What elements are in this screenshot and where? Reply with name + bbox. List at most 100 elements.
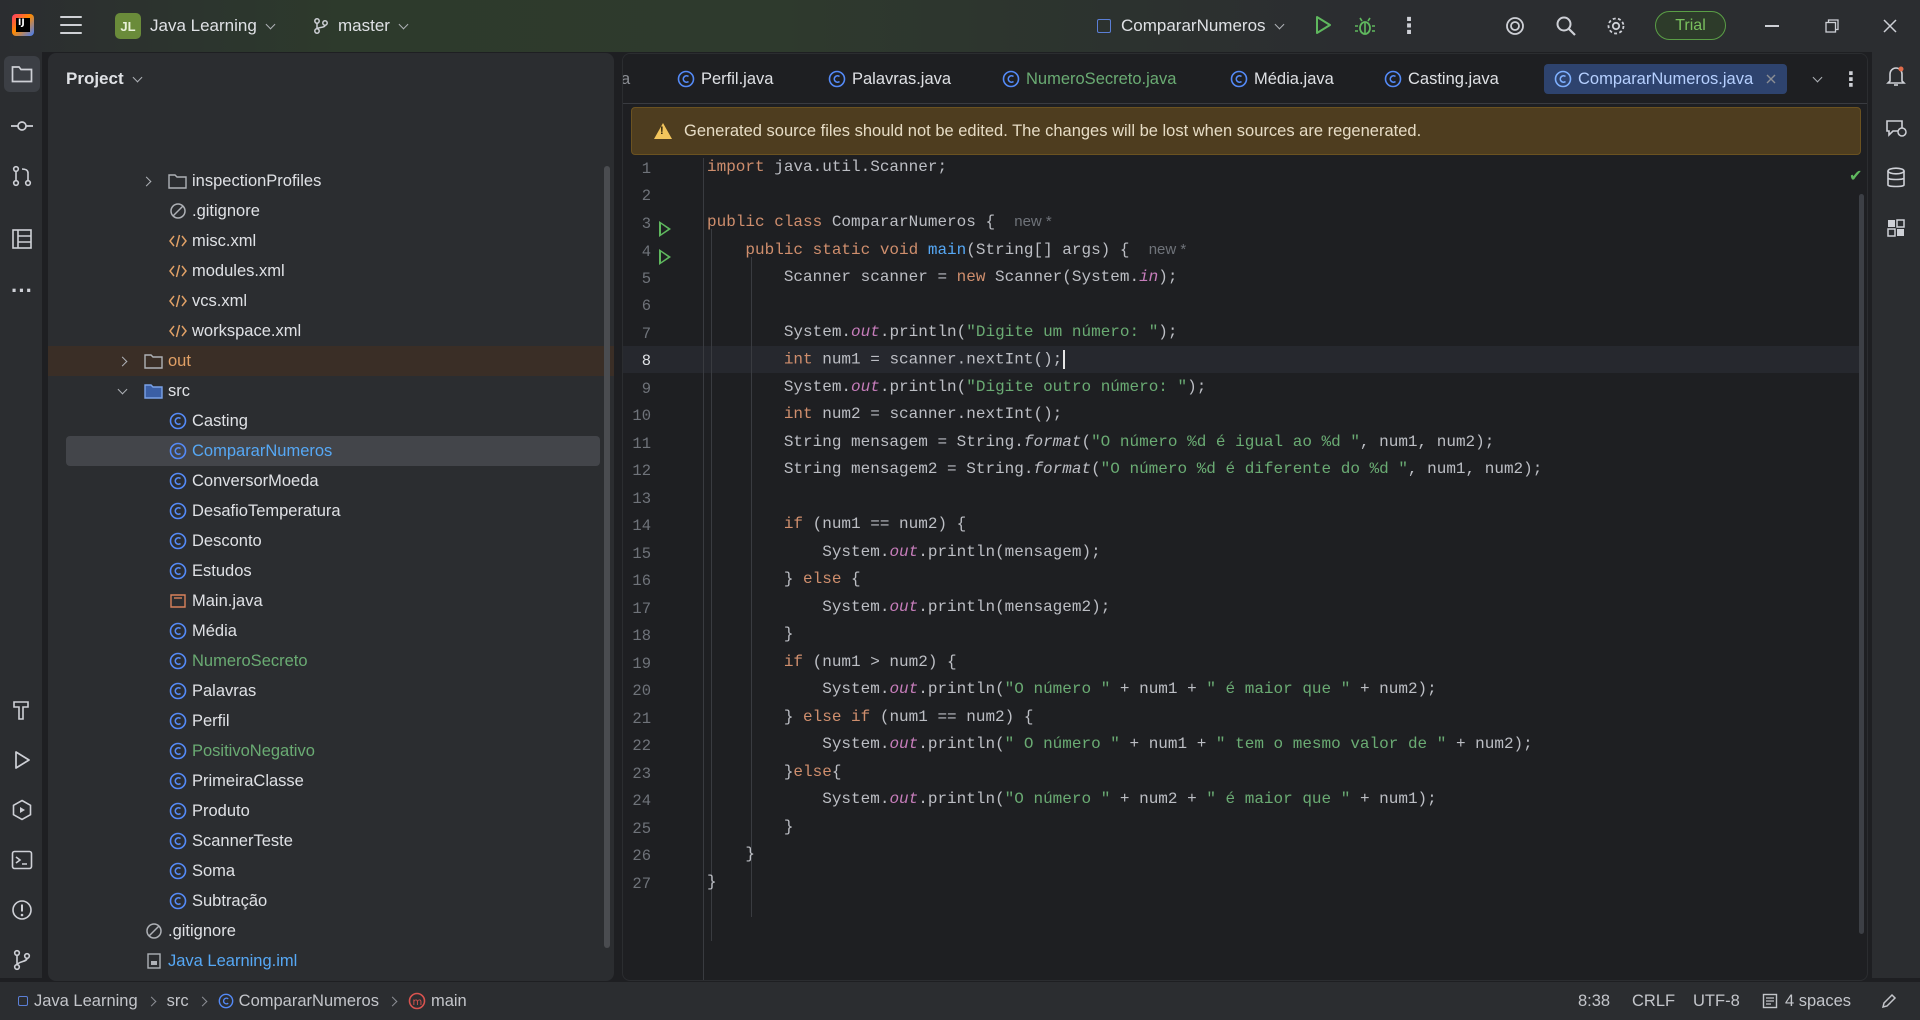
ai-chat-icon[interactable] xyxy=(1884,116,1908,140)
search-icon[interactable] xyxy=(1554,14,1578,38)
commit-icon[interactable] xyxy=(10,114,34,138)
expand-chevron-icon[interactable] xyxy=(117,356,128,366)
code-line-17[interactable]: System.out.println(mensagem2); xyxy=(707,598,1110,616)
run-tool-icon[interactable] xyxy=(10,748,34,772)
debug-icon[interactable] xyxy=(1353,14,1377,38)
ai-assistant-icon[interactable] xyxy=(1503,14,1527,38)
tree-item-m-dia[interactable]: Média xyxy=(48,616,614,646)
run-main-gutter-icon[interactable] xyxy=(659,249,671,265)
tree-item-gitignore[interactable]: .gitignore xyxy=(48,916,614,946)
tree-item-estudos[interactable]: Estudos xyxy=(48,556,614,586)
tree-item-conversormoeda[interactable]: ConversorMoeda xyxy=(48,466,614,496)
close-tab-icon[interactable] xyxy=(1765,73,1777,85)
tree-item-subtra-o[interactable]: Subtração xyxy=(48,886,614,916)
database-icon[interactable] xyxy=(1884,166,1908,190)
restore-window-icon[interactable] xyxy=(1822,14,1842,38)
tree-item-misc-xml[interactable]: misc.xml xyxy=(48,226,614,256)
editor-more-icon[interactable]: ⋮ xyxy=(1840,68,1862,91)
build-hammer-icon[interactable] xyxy=(10,698,34,722)
structure-icon[interactable] xyxy=(10,227,34,251)
tabs-dropdown-icon[interactable] xyxy=(1806,68,1828,90)
pull-requests-icon[interactable] xyxy=(10,164,34,188)
code-line-5[interactable]: Scanner scanner = new Scanner(System.in)… xyxy=(707,268,1178,286)
editor-tab-truncated[interactable]: a xyxy=(623,64,630,94)
code-line-8[interactable]: int num1 = scanner.nextInt(); xyxy=(707,350,1066,369)
notifications-bell-icon[interactable] xyxy=(1884,64,1908,88)
tree-item-modules-xml[interactable]: modules.xml xyxy=(48,256,614,286)
code-line-14[interactable]: if (num1 == num2) { xyxy=(707,515,966,533)
tree-item-compararnumeros[interactable]: CompararNumeros xyxy=(66,436,600,466)
code-line-22[interactable]: System.out.println(" O número " + num1 +… xyxy=(707,735,1533,753)
code-line-10[interactable]: int num2 = scanner.nextInt(); xyxy=(707,405,1062,423)
project-switcher[interactable]: JL Java Learning xyxy=(115,0,276,52)
tree-item-java-learning-iml[interactable]: Java Learning.iml xyxy=(48,946,614,976)
editor-scrollbar[interactable] xyxy=(1859,194,1864,934)
editor-tab-casting[interactable]: Casting.java xyxy=(1384,64,1499,94)
breadcrumb-method[interactable]: main xyxy=(431,992,467,1011)
tree-item-casting[interactable]: Casting xyxy=(48,406,614,436)
run-class-gutter-icon[interactable] xyxy=(659,221,671,237)
collapse-chevron-icon[interactable] xyxy=(117,384,128,394)
line-separator[interactable]: CRLF xyxy=(1632,982,1675,1020)
tree-item-primeiraclasse[interactable]: PrimeiraClasse xyxy=(48,766,614,796)
code-line-16[interactable]: } else { xyxy=(707,570,861,588)
caret-position[interactable]: 8:38 xyxy=(1578,982,1610,1020)
terminal-icon[interactable] xyxy=(10,848,34,872)
code-line-27[interactable]: } xyxy=(707,873,717,891)
editor-tab-palavras[interactable]: Palavras.java xyxy=(828,64,951,94)
tree-item-soma[interactable]: Soma xyxy=(48,856,614,886)
tree-item-desconto[interactable]: Desconto xyxy=(48,526,614,556)
tree-item-positivonegativo[interactable]: PositivoNegativo xyxy=(48,736,614,766)
code-line-3[interactable]: public class CompararNumeros { new * xyxy=(707,213,1052,231)
tree-item-perfil[interactable]: Perfil xyxy=(48,706,614,736)
main-menu-icon[interactable] xyxy=(60,16,82,34)
more-tool-windows-icon[interactable]: ··· xyxy=(10,278,34,303)
run-icon[interactable] xyxy=(1312,14,1334,36)
plugins-icon[interactable] xyxy=(1884,216,1908,240)
breadcrumb-project[interactable]: Java Learning xyxy=(34,992,138,1011)
trial-badge[interactable]: Trial xyxy=(1655,11,1726,40)
readonly-toggle-icon[interactable] xyxy=(1880,982,1898,1020)
intellij-logo-icon[interactable]: IJ xyxy=(12,14,34,36)
breadcrumb-src[interactable]: src xyxy=(167,992,189,1011)
project-scrollbar[interactable] xyxy=(604,166,610,948)
code-line-4[interactable]: public static void main(String[] args) {… xyxy=(707,241,1186,259)
code-line-7[interactable]: System.out.println("Digite um número: ")… xyxy=(707,323,1178,341)
tree-item-produto[interactable]: Produto xyxy=(48,796,614,826)
tree-item-palavras[interactable]: Palavras xyxy=(48,676,614,706)
project-view-header[interactable]: Project xyxy=(66,69,143,89)
line-number-gutter[interactable]: 1 2 3 4 5 6 7 8 9 10 11 12 13 14 15 16 17 18 19 20 21 22 23 24 2… xyxy=(623,158,703,980)
settings-gear-icon[interactable] xyxy=(1604,14,1628,38)
tree-item-out[interactable]: out xyxy=(48,346,614,376)
file-encoding[interactable]: UTF-8 xyxy=(1693,982,1740,1020)
code-line-24[interactable]: System.out.println("O número " + num2 + … xyxy=(707,790,1437,808)
services-icon[interactable] xyxy=(10,798,34,822)
problems-icon[interactable] xyxy=(10,898,34,922)
breadcrumb-class[interactable]: CompararNumeros xyxy=(239,992,379,1011)
editor-tab-numerosecreto[interactable]: NumeroSecreto.java xyxy=(1002,64,1176,94)
code-line-18[interactable]: } xyxy=(707,625,794,643)
code-line-9[interactable]: System.out.println("Digite outro número:… xyxy=(707,378,1207,396)
more-actions-icon[interactable]: ⋮ xyxy=(1397,13,1421,38)
tree-item-scannerteste[interactable]: ScannerTeste xyxy=(48,826,614,856)
indent-settings[interactable]: 4 spaces xyxy=(1762,982,1851,1020)
tree-item-inspectionprofiles[interactable]: inspectionProfiles xyxy=(48,166,614,196)
tree-item-numerosecreto[interactable]: NumeroSecreto xyxy=(48,646,614,676)
tree-item-workspace-xml[interactable]: workspace.xml xyxy=(48,316,614,346)
tree-item-vcs-xml[interactable]: vcs.xml xyxy=(48,286,614,316)
code-line-26[interactable]: } xyxy=(707,845,755,863)
editor-tab-perfil[interactable]: Perfil.java xyxy=(677,64,773,94)
expand-chevron-icon[interactable] xyxy=(141,176,152,186)
code-line-21[interactable]: } else if (num1 == num2) { xyxy=(707,708,1034,726)
code-line-25[interactable]: } xyxy=(707,818,794,836)
tree-item-main-java[interactable]: Main.java xyxy=(48,586,614,616)
tree-item-src[interactable]: src xyxy=(48,376,614,406)
code-line-23[interactable]: }else{ xyxy=(707,763,842,781)
minimize-window-icon[interactable] xyxy=(1762,14,1782,38)
code-line-12[interactable]: String mensagem2 = String.format("O núme… xyxy=(707,460,1543,478)
code-line-15[interactable]: System.out.println(mensagem); xyxy=(707,543,1100,561)
no-problems-check-icon[interactable]: ✔ xyxy=(1849,166,1862,186)
code-line-19[interactable]: if (num1 > num2) { xyxy=(707,653,957,671)
code-line-20[interactable]: System.out.println("O número " + num1 + … xyxy=(707,680,1437,698)
close-window-icon[interactable] xyxy=(1880,14,1900,38)
